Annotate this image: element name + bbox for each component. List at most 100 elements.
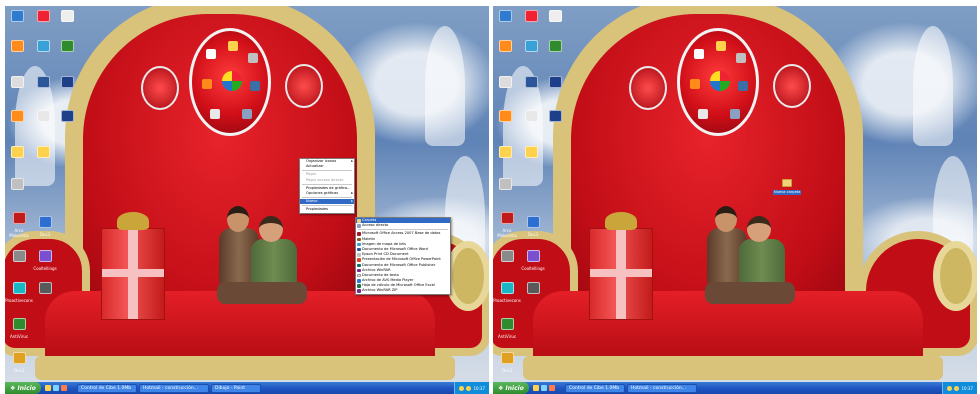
desktop-app-icon[interactable]	[13, 250, 26, 262]
desktop-app-icon[interactable]	[501, 318, 514, 330]
desktop-app-icon[interactable]	[499, 40, 512, 52]
desktop-app-icon[interactable]	[11, 146, 24, 158]
desktop-app-icon[interactable]	[61, 110, 74, 122]
desktop-app-icon[interactable]	[37, 146, 50, 158]
dock-app-icon[interactable]	[210, 109, 220, 119]
dock-app-icon[interactable]	[206, 49, 216, 59]
radial-dock-right[interactable]	[285, 64, 323, 108]
desktop-app-icon[interactable]	[499, 146, 512, 158]
desktop-app-icon[interactable]	[13, 212, 26, 224]
desktop-app-icon[interactable]	[499, 76, 512, 88]
desktop-app-icon[interactable]	[549, 10, 562, 22]
desktop-app-icon[interactable]	[499, 10, 512, 22]
tray-icon[interactable]	[459, 385, 465, 391]
desktop-app-icon[interactable]	[525, 146, 538, 158]
desktop-app-icon[interactable]	[527, 250, 540, 262]
desktop-app-icon[interactable]	[549, 110, 562, 122]
dock-app-icon[interactable]	[730, 109, 740, 119]
taskbar-button[interactable]: Control de Cibe 1.0Mb	[565, 383, 625, 393]
quick-launch-icon[interactable]	[61, 385, 67, 391]
desktop-app-icon[interactable]	[37, 40, 50, 52]
desktop-app-icon[interactable]	[39, 250, 52, 262]
desktop-app-icon[interactable]	[39, 282, 52, 294]
desktop-app-icon[interactable]	[37, 110, 50, 122]
dock-app-icon[interactable]	[242, 109, 252, 119]
start-button[interactable]: ❖ Inicio	[5, 382, 41, 394]
desktop-app-icon[interactable]	[11, 110, 24, 122]
desktop-app-icon[interactable]	[499, 178, 512, 190]
desktop-app-icon[interactable]	[11, 10, 24, 22]
desktop-app-icon[interactable]	[501, 250, 514, 262]
radial-dock-left[interactable]	[141, 66, 179, 110]
dock-app-icon[interactable]	[228, 41, 238, 51]
quick-launch-icon[interactable]	[53, 385, 59, 391]
desktop-app-icon[interactable]	[39, 216, 52, 228]
windows-logo-icon[interactable]	[222, 71, 242, 91]
desktop-app-icon[interactable]	[11, 76, 24, 88]
start-button[interactable]: ❖ Inicio	[493, 382, 529, 394]
cd-icon	[357, 253, 361, 257]
desktop-app-icon[interactable]	[13, 318, 26, 330]
quick-launch-icon[interactable]	[533, 385, 539, 391]
menu-item-propiedades[interactable]: Propiedades	[300, 207, 354, 212]
quick-launch-icon[interactable]	[541, 385, 547, 391]
dock-app-icon[interactable]	[738, 81, 748, 91]
new-folder-icon[interactable]	[782, 179, 792, 187]
new-folder-label[interactable]: Nueva carpeta	[773, 190, 802, 195]
dock-app-icon[interactable]	[698, 109, 708, 119]
radial-dock-main[interactable]	[677, 28, 759, 136]
taskbar-button[interactable]: Dibujo - Paint	[211, 383, 261, 393]
desktop-app-icon[interactable]	[13, 282, 26, 294]
excel-icon	[357, 284, 361, 288]
radial-dock-left[interactable]	[629, 66, 667, 110]
desktop-app-icon[interactable]	[501, 352, 514, 364]
menu-item-nuevo[interactable]: Nuevo	[300, 199, 354, 205]
submenu-item-label: Acceso directo	[362, 223, 389, 228]
dock-app-icon[interactable]	[250, 81, 260, 91]
desktop-app-icon[interactable]	[501, 282, 514, 294]
desktop-app-icon[interactable]	[61, 76, 74, 88]
desktop-app-icon[interactable]	[37, 10, 50, 22]
menu-item-opciones-graficas[interactable]: Opciones gráficas	[300, 191, 354, 196]
desktop-app-icon[interactable]	[527, 282, 540, 294]
dock-app-icon[interactable]	[690, 79, 700, 89]
tray-icon[interactable]	[947, 385, 953, 391]
desktop-app-icon[interactable]	[527, 216, 540, 228]
tray-icon[interactable]	[466, 385, 472, 391]
dock-app-icon[interactable]	[248, 53, 258, 63]
taskbar-button[interactable]: Hotmail - construcción...	[627, 383, 697, 393]
quick-launch-icon[interactable]	[45, 385, 51, 391]
desktop-app-icon[interactable]	[37, 76, 50, 88]
desktop-app-icon[interactable]	[61, 10, 74, 22]
submenu-item-winrar-zip[interactable]: Archivo WinRAR ZIP	[356, 288, 450, 293]
taskbar-button[interactable]: Hotmail - construcción...	[139, 383, 209, 393]
desktop-app-icon[interactable]	[499, 110, 512, 122]
submenu-item-acceso-directo[interactable]: Acceso directo	[356, 223, 450, 228]
tray-icon[interactable]	[954, 385, 960, 391]
desktop-app-icon[interactable]	[11, 40, 24, 52]
desktop-icon-label: Proactivecons	[5, 298, 33, 303]
desktop-app-icon[interactable]	[525, 10, 538, 22]
desktop-app-icon[interactable]	[11, 178, 24, 190]
radial-dock-right[interactable]	[773, 64, 811, 108]
desktop-app-icon[interactable]	[549, 76, 562, 88]
quick-launch-icon[interactable]	[549, 385, 555, 391]
desktop-app-icon[interactable]	[61, 40, 74, 52]
dock-app-icon[interactable]	[716, 41, 726, 51]
dock-app-icon[interactable]	[202, 79, 212, 89]
radial-dock-main[interactable]	[189, 28, 271, 136]
menu-item-pegar-acceso-directo[interactable]: Pegar acceso directo	[300, 178, 354, 183]
windows-logo-icon[interactable]	[710, 71, 730, 91]
submenu-item-label: Documento de Microsoft Office Publisher	[362, 262, 436, 267]
desktop-app-icon[interactable]	[13, 352, 26, 364]
desktop-app-icon[interactable]	[525, 76, 538, 88]
desktop-app-icon[interactable]	[501, 212, 514, 224]
desktop-app-icon[interactable]	[525, 40, 538, 52]
dock-app-icon[interactable]	[736, 53, 746, 63]
desktop-app-icon[interactable]	[525, 110, 538, 122]
taskbar-button[interactable]: Control de Cibe 1.0Mb	[77, 383, 137, 393]
menu-item-actualizar[interactable]: Actualizar	[300, 164, 354, 169]
gift-box	[589, 228, 653, 320]
desktop-app-icon[interactable]	[549, 40, 562, 52]
dock-app-icon[interactable]	[694, 49, 704, 59]
